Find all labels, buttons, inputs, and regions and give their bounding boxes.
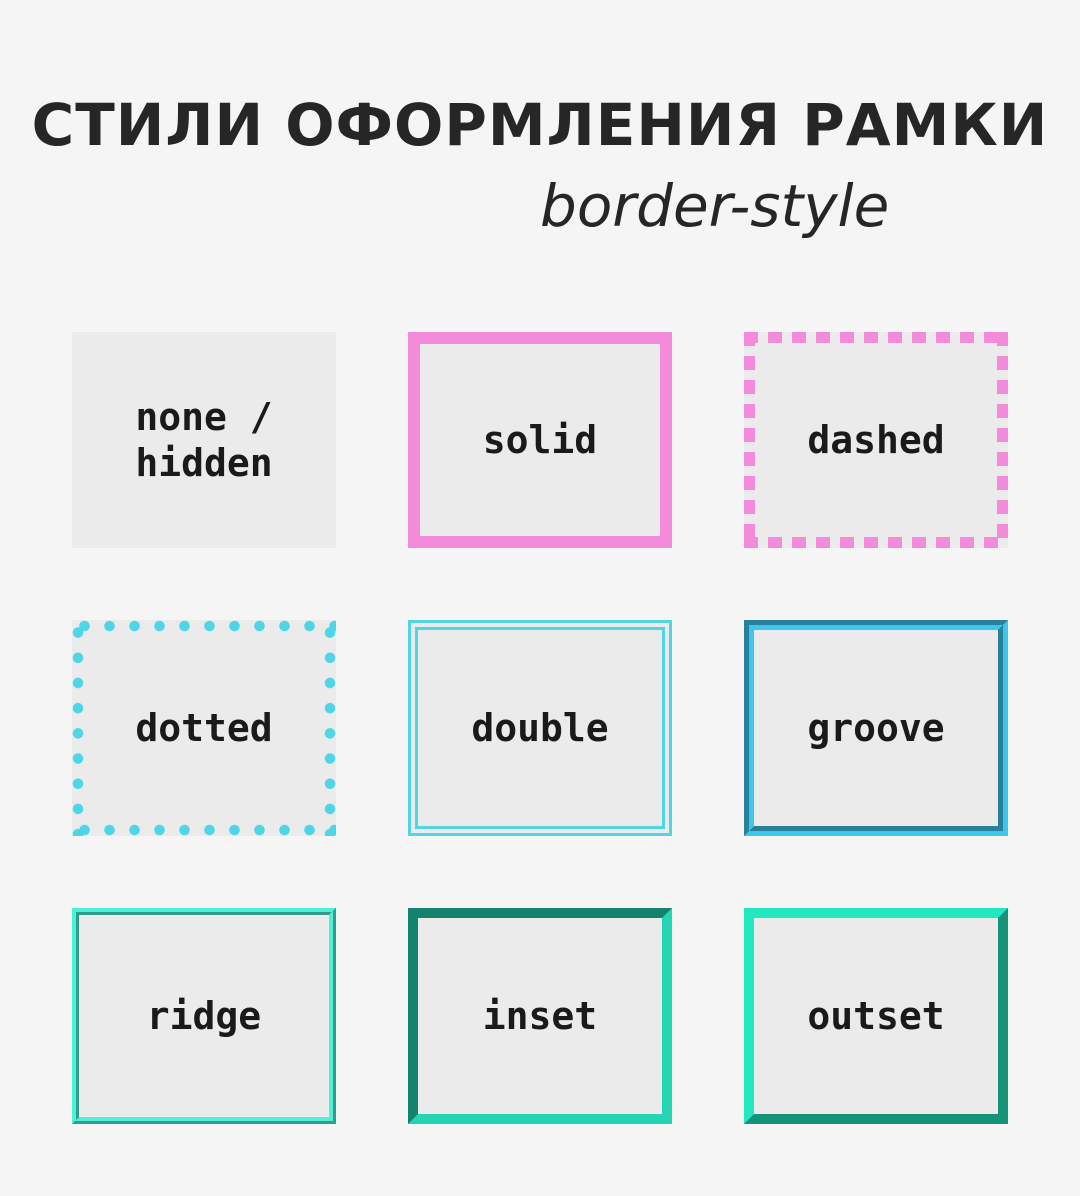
card-solid: solid xyxy=(408,332,672,548)
card-label: solid xyxy=(482,418,598,462)
card-outset: outset xyxy=(744,908,1008,1124)
card-dashed: dashed xyxy=(744,332,1008,548)
card-double: double xyxy=(408,620,672,836)
card-dotted: dotted xyxy=(72,620,336,836)
card-label: groove xyxy=(807,706,945,750)
card-label: double xyxy=(471,706,609,750)
page-subtitle: border-style xyxy=(540,172,890,240)
card-inset: inset xyxy=(408,908,672,1124)
card-label: none / hidden xyxy=(135,395,273,485)
card-groove: groove xyxy=(744,620,1008,836)
card-label: ridge xyxy=(146,994,262,1038)
card-ridge: ridge xyxy=(72,908,336,1124)
page-title: СТИЛИ ОФОРМЛЕНИЯ РАМКИ xyxy=(31,91,1049,159)
card-none-hidden: none / hidden xyxy=(72,332,336,548)
card-label: dotted xyxy=(135,706,273,750)
card-label: outset xyxy=(807,994,945,1038)
card-label: inset xyxy=(482,994,598,1038)
card-label: dashed xyxy=(807,418,945,462)
